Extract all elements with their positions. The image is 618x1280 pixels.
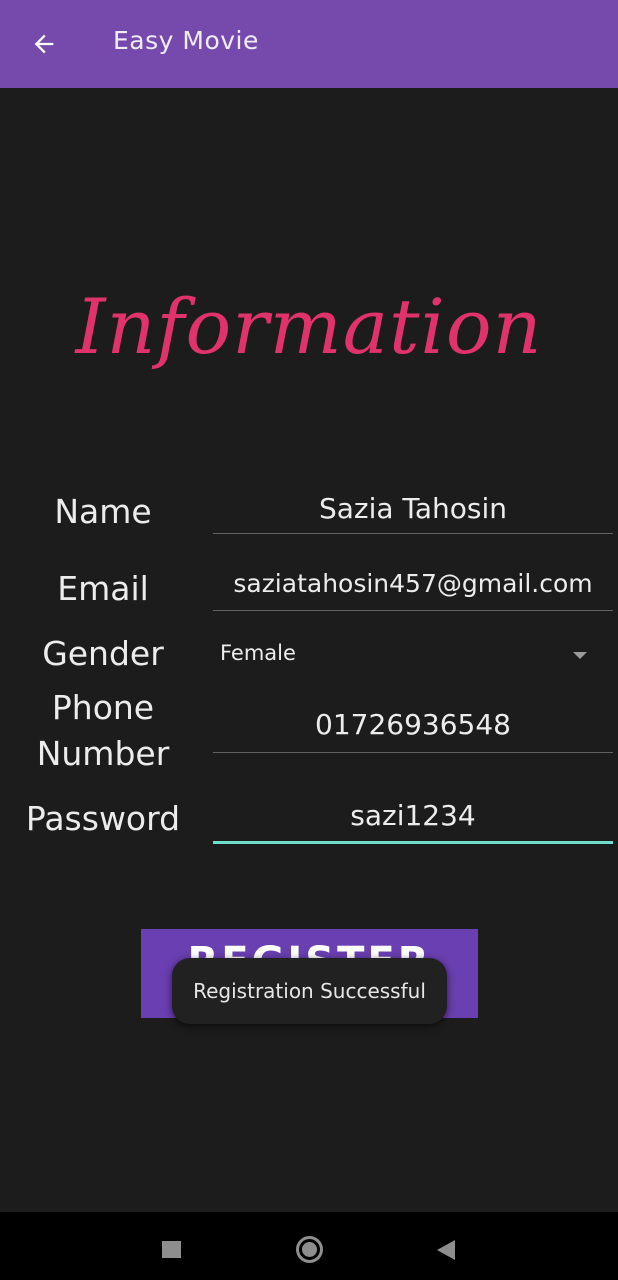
gender-label: Gender <box>42 634 164 673</box>
email-field[interactable]: saziatahosin457@gmail.com <box>213 569 613 611</box>
password-label: Password <box>25 799 181 838</box>
password-field[interactable]: sazi1234 <box>213 799 613 844</box>
gender-value: Female <box>220 641 296 665</box>
name-value: Sazia Tahosin <box>318 492 508 525</box>
app-bar: Easy Movie <box>0 0 618 88</box>
password-value: sazi1234 <box>350 799 476 832</box>
email-value: saziatahosin457@gmail.com <box>233 569 593 598</box>
arrow-left-icon <box>34 34 54 54</box>
phone-field[interactable]: 01726936548 <box>213 708 613 753</box>
phone-value: 01726936548 <box>315 708 511 741</box>
name-label: Name <box>54 492 152 531</box>
page-heading: Information <box>75 282 543 371</box>
square-icon[interactable] <box>162 1241 181 1258</box>
triangle-back-icon[interactable] <box>437 1240 455 1260</box>
email-label: Email <box>57 569 149 608</box>
system-nav-bar <box>0 1212 618 1280</box>
circle-icon[interactable] <box>296 1236 323 1263</box>
app-title: Easy Movie <box>113 26 259 55</box>
phone-label-line1: Phone <box>51 688 155 727</box>
dropdown-arrow-icon <box>573 652 587 659</box>
gender-dropdown[interactable]: Female <box>213 632 613 678</box>
name-field[interactable]: Sazia Tahosin <box>213 492 613 534</box>
toast-message: Registration Successful <box>172 958 447 1024</box>
phone-label-line2: Number <box>36 734 170 773</box>
back-button[interactable] <box>22 24 66 64</box>
